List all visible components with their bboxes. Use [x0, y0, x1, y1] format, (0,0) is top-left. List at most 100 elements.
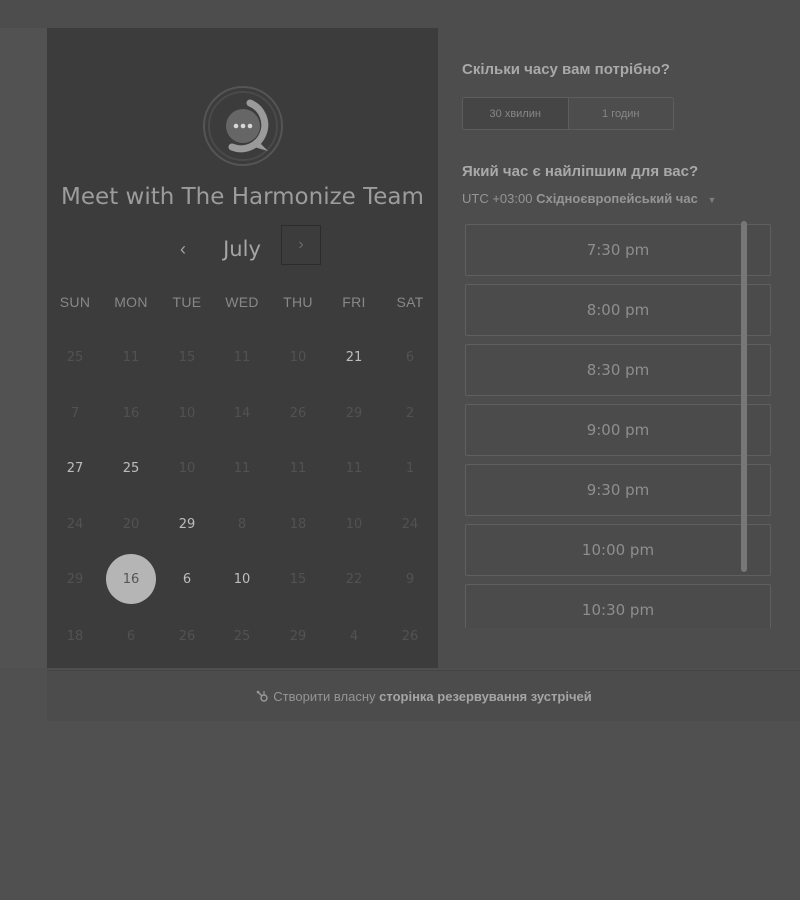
- calendar-day: 22: [326, 551, 382, 607]
- duration-30-button[interactable]: 30 хвилин: [463, 98, 569, 129]
- top-bar: [0, 0, 800, 29]
- calendar-day: 24: [382, 496, 438, 552]
- calendar-day-number: 15: [289, 571, 307, 587]
- calendar-day: 15: [270, 551, 326, 607]
- time-slot-list: 7:30 pm 8:00 pm 8:30 pm 9:00 pm 9:30 pm 10:00…: [465, 224, 771, 628]
- calendar-day[interactable]: 29: [159, 496, 215, 552]
- time-slot-button[interactable]: 8:00 pm: [465, 284, 771, 336]
- calendar-day-number: 10: [178, 460, 196, 476]
- calendar-day: 10: [326, 496, 382, 552]
- calendar-day-number: 15: [178, 349, 196, 365]
- calendar-day-number: 10: [233, 571, 251, 587]
- calendar-panel: Meet with The Harmonize Team ‹ July › SU…: [47, 28, 438, 668]
- calendar-day-number: 9: [405, 571, 415, 587]
- time-slot-button[interactable]: 8:30 pm: [465, 344, 771, 396]
- calendar-day-number: 4: [349, 628, 359, 644]
- calendar-day: 11: [214, 440, 270, 496]
- calendar-day: 10: [270, 329, 326, 385]
- sprocket-icon: [256, 690, 268, 702]
- calendar-day: 29: [270, 608, 326, 664]
- caret-down-icon: ▼: [707, 194, 717, 205]
- calendar-day: 11: [103, 329, 159, 385]
- duration-60-button[interactable]: 1 годин: [569, 98, 674, 129]
- time-slot-button[interactable]: 7:30 pm: [465, 224, 771, 276]
- calendar-day-number: 11: [233, 349, 251, 365]
- meetings-widget: Meet with The Harmonize Team ‹ July › SU…: [47, 28, 800, 721]
- slots-scrollbar[interactable]: [741, 221, 747, 572]
- time-slot-button[interactable]: 10:00 pm: [465, 524, 771, 576]
- calendar-day-number: 16: [106, 554, 156, 604]
- weekday-thu: THU: [283, 294, 313, 310]
- calendar-day-number: 11: [122, 349, 140, 365]
- calendar-day[interactable]: 25: [103, 440, 159, 496]
- next-month-button[interactable]: ›: [281, 225, 321, 265]
- weekday-wed: WED: [225, 294, 259, 310]
- calendar-day: 25: [214, 608, 270, 664]
- calendar-day-number: 6: [405, 349, 415, 365]
- calendar-day[interactable]: 21: [326, 329, 382, 385]
- calendar-day: 8: [214, 496, 270, 552]
- weekday-mon: MON: [114, 294, 148, 310]
- footer-link[interactable]: сторінка резервування зустрічей: [379, 689, 592, 704]
- calendar-day: 6: [103, 608, 159, 664]
- calendar-day-number: 20: [122, 516, 140, 532]
- page-backdrop: [0, 28, 47, 668]
- time-slot-button[interactable]: 9:00 pm: [465, 404, 771, 456]
- calendar-day-number: 16: [122, 405, 140, 421]
- calendar-day-number: 11: [233, 460, 251, 476]
- calendar-day: 26: [270, 385, 326, 441]
- month-label: July: [223, 237, 261, 261]
- calendar-day-number: 25: [233, 628, 251, 644]
- time-question: Який час є найліпшим для вас?: [462, 163, 699, 180]
- calendar-day-number: 10: [289, 349, 307, 365]
- calendar-day-number: 29: [345, 405, 363, 421]
- calendar-day-number: 10: [178, 405, 196, 421]
- calendar-day-number: 22: [345, 571, 363, 587]
- calendar-day-number: 21: [345, 349, 363, 365]
- time-slot-button[interactable]: 10:30 pm: [465, 584, 771, 628]
- calendar-day-number: 24: [66, 516, 84, 532]
- calendar-day[interactable]: 27: [47, 440, 103, 496]
- calendar-day-number: 24: [401, 516, 419, 532]
- calendar-day: 6: [382, 329, 438, 385]
- calendar-day: 16: [103, 385, 159, 441]
- chat-logo-icon: [203, 86, 283, 166]
- calendar-day-number: 25: [66, 349, 84, 365]
- calendar-day-number: 6: [126, 628, 136, 644]
- calendar-day-number: 18: [66, 628, 84, 644]
- calendar-day[interactable]: 6: [159, 551, 215, 607]
- calendar-day[interactable]: 10: [214, 551, 270, 607]
- timezone-dropdown[interactable]: UTC +03:00 Східноєвропейський час ▼: [462, 191, 716, 206]
- calendar-day: 18: [47, 608, 103, 664]
- duration-question: Скільки часу вам потрібно?: [462, 61, 670, 78]
- chevron-left-icon: ‹: [180, 238, 186, 259]
- time-slot-button[interactable]: 9:30 pm: [465, 464, 771, 516]
- calendar-day-number: 18: [289, 516, 307, 532]
- prev-month-button[interactable]: ‹: [165, 231, 201, 267]
- calendar-day-number: 1: [405, 460, 415, 476]
- calendar-day-number: 27: [66, 460, 84, 476]
- calendar-day: 18: [270, 496, 326, 552]
- calendar-day: 11: [270, 440, 326, 496]
- calendar-day: 25: [47, 329, 103, 385]
- weekday-sun: SUN: [59, 294, 91, 310]
- calendar-day: 24: [47, 496, 103, 552]
- calendar-day: 11: [326, 440, 382, 496]
- calendar-day: 29: [47, 551, 103, 607]
- calendar-day-number: 26: [401, 628, 419, 644]
- calendar-day-number: 29: [66, 571, 84, 587]
- footer-prefix: Створити власну: [273, 688, 376, 704]
- calendar-day-selected[interactable]: 16: [103, 551, 159, 607]
- timezone-offset: UTC +03:00: [462, 191, 533, 206]
- footer: Створити власну сторінка резервування зу…: [47, 670, 800, 721]
- calendar-day-number: 2: [405, 405, 415, 421]
- calendar-day: 26: [159, 608, 215, 664]
- calendar-day: 20: [103, 496, 159, 552]
- calendar-day: 10: [159, 385, 215, 441]
- meeting-title: Meet with The Harmonize Team: [61, 184, 424, 210]
- calendar-day: 26: [382, 608, 438, 664]
- calendar-day: 9: [382, 551, 438, 607]
- calendar-day-number: 8: [237, 516, 247, 532]
- calendar-day: 2: [382, 385, 438, 441]
- chevron-right-icon: ›: [298, 236, 304, 253]
